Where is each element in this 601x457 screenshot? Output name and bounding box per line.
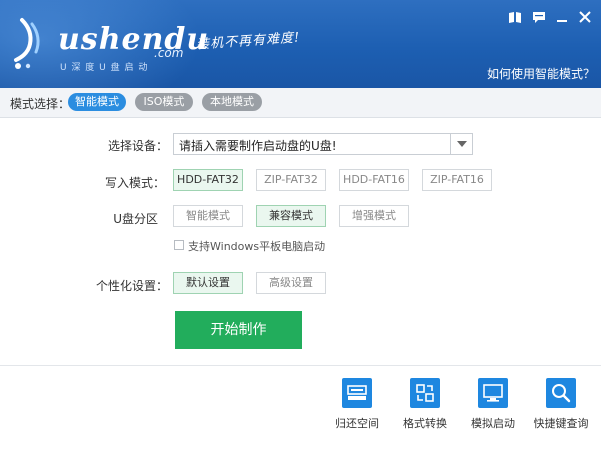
drive-restore-icon <box>342 378 372 408</box>
device-select[interactable]: 请插入需要制作启动盘的U盘! <box>173 133 473 155</box>
divider <box>0 365 601 366</box>
help-link[interactable]: 如何使用智能模式？ <box>487 65 595 82</box>
chevron-down-icon[interactable] <box>450 134 472 154</box>
partition-compat-option[interactable]: 兼容模式 <box>256 205 326 227</box>
tool-hotkey-query-label: 快捷键查询 <box>533 417 589 430</box>
book-icon[interactable] <box>507 9 523 25</box>
mode-smart-button[interactable]: 智能模式 <box>68 93 126 111</box>
advanced-settings-option[interactable]: 高级设置 <box>256 272 326 294</box>
start-button[interactable]: 开始制作 <box>175 311 302 349</box>
logo-text: ushendu <box>58 22 210 57</box>
device-label: 选择设备： <box>107 139 168 153</box>
tool-format-convert[interactable]: 格式转换 <box>395 378 455 431</box>
message-icon[interactable] <box>531 9 547 25</box>
tool-format-convert-label: 格式转换 <box>403 417 447 430</box>
monitor-simulate-icon <box>478 378 508 408</box>
partition-enhanced-option[interactable]: 增强模式 <box>339 205 409 227</box>
hotkey-search-icon <box>546 378 576 408</box>
partition-label: U盘分区 <box>113 212 158 226</box>
close-icon[interactable] <box>577 9 593 25</box>
tool-simulate-boot-label: 模拟启动 <box>471 417 515 430</box>
default-settings-option[interactable]: 默认设置 <box>173 272 243 294</box>
app-header: ushendu .com U 深 度 U 盘 启 动 装机不再有难度! 如何使用… <box>0 0 601 88</box>
device-select-value: 请插入需要制作启动盘的U盘! <box>179 139 337 153</box>
mode-label: 模式选择： <box>10 97 71 111</box>
write-zip-fat16-option[interactable]: ZIP-FAT16 <box>422 169 492 191</box>
partition-smart-option[interactable]: 智能模式 <box>173 205 243 227</box>
logo-domain: .com <box>154 46 184 60</box>
tablet-support-checkbox[interactable] <box>174 240 184 250</box>
write-mode-label: 写入模式： <box>104 176 165 190</box>
logo-subtitle: U 深 度 U 盘 启 动 <box>60 63 149 73</box>
tool-restore-space-label: 归还空间 <box>335 417 379 430</box>
format-convert-icon <box>410 378 440 408</box>
tool-restore-space[interactable]: 归还空间 <box>327 378 387 431</box>
write-hdd-fat16-option[interactable]: HDD-FAT16 <box>339 169 409 191</box>
tool-hotkey-query[interactable]: 快捷键查询 <box>531 378 591 431</box>
mode-bar: 模式选择： 智能模式 ISO模式 本地模式 <box>0 88 601 118</box>
write-hdd-fat32-option[interactable]: HDD-FAT32 <box>173 169 243 191</box>
tool-simulate-boot[interactable]: 模拟启动 <box>463 378 523 431</box>
personalization-label: 个性化设置： <box>95 279 168 293</box>
mode-iso-button[interactable]: ISO模式 <box>135 93 193 111</box>
write-zip-fat32-option[interactable]: ZIP-FAT32 <box>256 169 326 191</box>
minimize-icon[interactable] <box>554 9 570 25</box>
tablet-support-label[interactable]: 支持Windows平板电脑启动 <box>188 238 325 254</box>
mode-local-button[interactable]: 本地模式 <box>202 93 262 111</box>
